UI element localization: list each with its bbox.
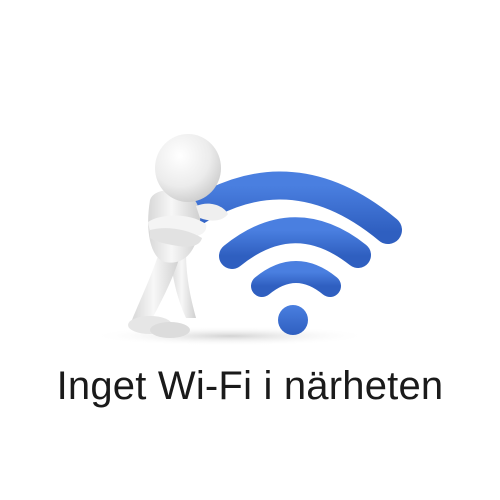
no-wifi-illustration [90,134,402,346]
no-wifi-caption: Inget Wi-Fi i närheten [56,364,444,408]
leaning-3d-person-icon [128,134,228,338]
